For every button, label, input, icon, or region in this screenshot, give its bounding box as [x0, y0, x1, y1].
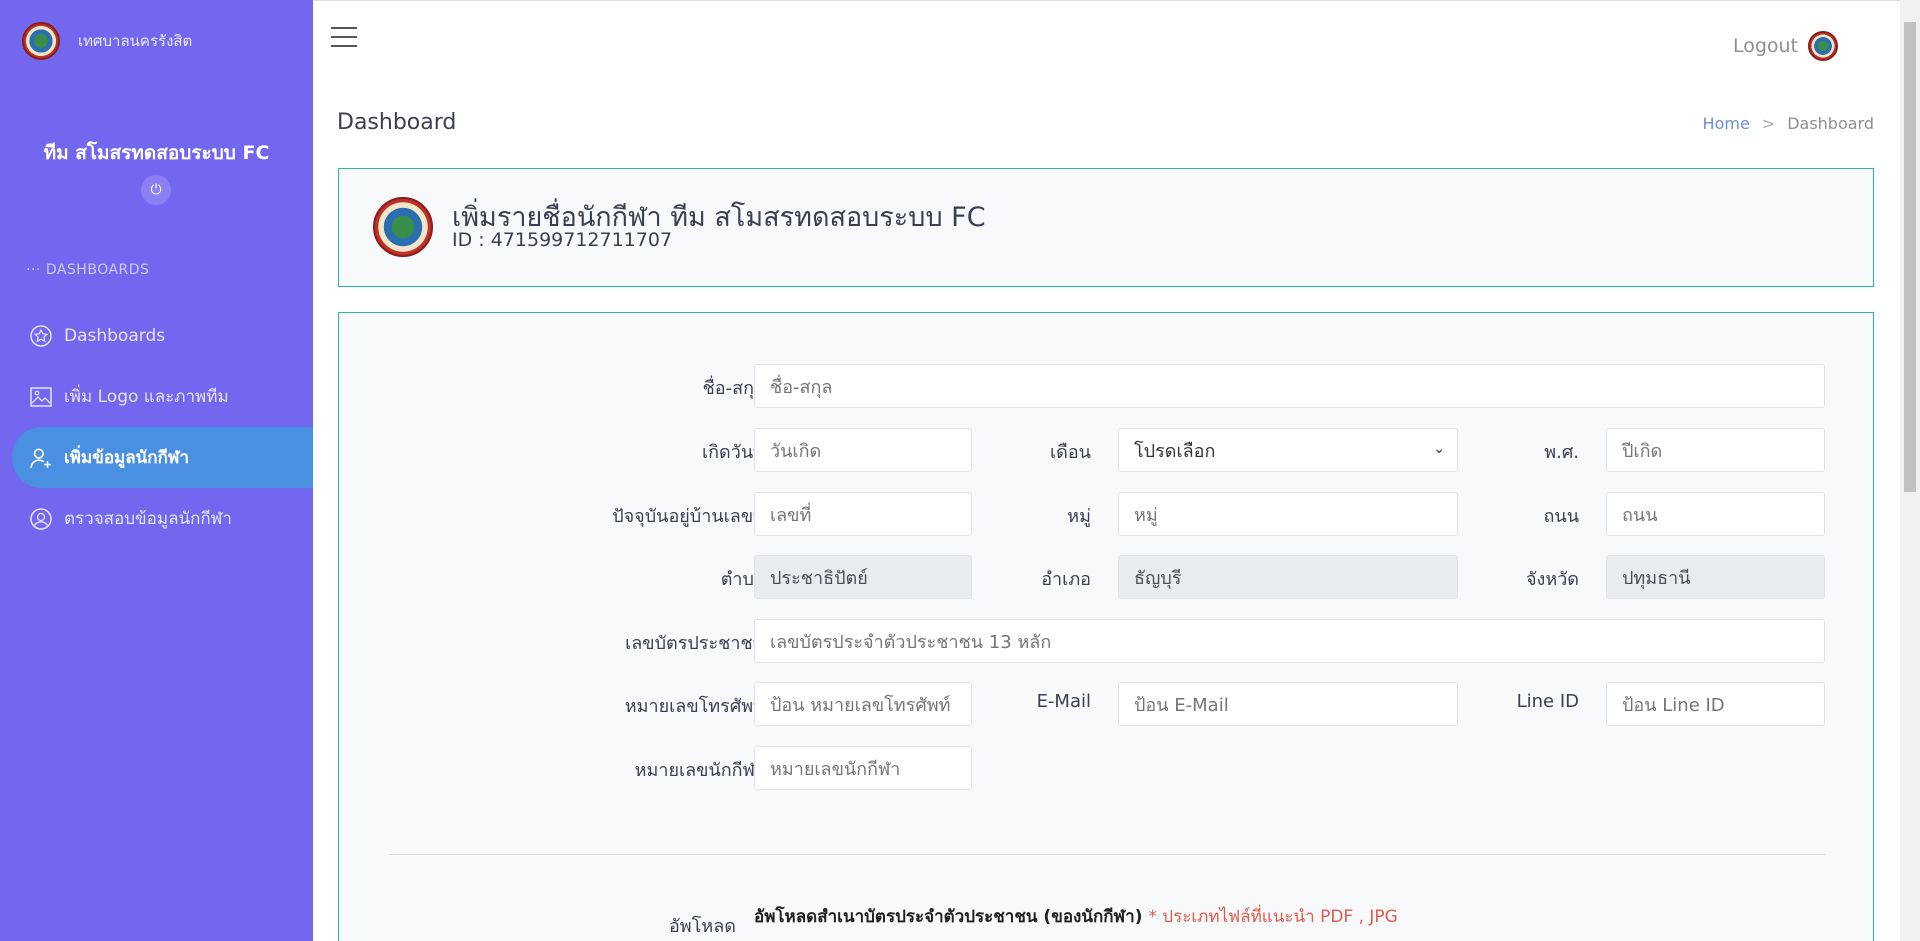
breadcrumb-current: Dashboard: [1787, 114, 1874, 133]
city-logo: [22, 22, 60, 60]
scrollbar-thumb[interactable]: [1904, 22, 1916, 492]
power-icon[interactable]: ⏻: [141, 175, 171, 205]
birth-month-value: โปรดเลือก: [1134, 440, 1216, 462]
line-id-label: Line ID: [1516, 691, 1579, 712]
province-label: จังหวัด: [1526, 569, 1579, 590]
email-label: E-Mail: [1036, 691, 1091, 712]
sidebar-item-dashboards[interactable]: Dashboards: [12, 305, 313, 366]
team-logo: [373, 197, 433, 257]
citizen-id-input[interactable]: เลขบัตรประจำตัวประชาชน 13 หลัก: [754, 619, 1825, 663]
sidebar-item-add-athlete[interactable]: เพิ่มข้อมูลนักกีฬา: [12, 427, 313, 488]
birth-month-label: เดือน: [1050, 442, 1091, 463]
sidebar-item-label: Dashboards: [64, 325, 166, 346]
email-input[interactable]: ป้อน E-Mail: [1118, 682, 1458, 726]
logout-label: Logout: [1732, 35, 1798, 57]
team-card: เพิ่มรายชื่อนักกีฬา ทีม สโมสรทดสอบระบบ F…: [338, 168, 1874, 287]
line-id-input[interactable]: ป้อน Line ID: [1606, 682, 1825, 726]
star-circle-icon: [28, 323, 54, 349]
sidebar-item-label: ตรวจสอบข้อมูลนักกีฬา: [64, 509, 232, 529]
province-field[interactable]: ปทุมธานี: [1606, 555, 1825, 599]
chevron-right-icon: >: [1761, 114, 1776, 133]
page-scrollbar[interactable]: [1900, 0, 1920, 941]
moo-label: หมู่: [1067, 506, 1091, 527]
page-title: Dashboard: [337, 110, 457, 135]
road-input[interactable]: ถนน: [1606, 492, 1825, 536]
birth-month-select[interactable]: โปรดเลือก ⌄: [1118, 428, 1458, 472]
team-name: ทีม สโมสรทดสอบระบบ FC: [43, 142, 270, 164]
sidebar-item-label: เพิ่มข้อมูลนักกีฬา: [64, 448, 190, 468]
add-user-icon: [28, 445, 54, 471]
section-label: ··· DASHBOARDS: [26, 262, 150, 278]
athlete-form: ชื่อ-สกุล ชื่อ-สกุล เกิดวันที่ วันเกิด เ…: [338, 312, 1874, 941]
team-id: ID : 471599712711707: [452, 229, 673, 251]
amphoe-field[interactable]: ธัญบุรี: [1118, 555, 1458, 599]
sidebar-item-check-athlete[interactable]: ตรวจสอบข้อมูลนักกีฬา: [12, 488, 313, 549]
menu-icon[interactable]: [331, 27, 357, 54]
upload-label: อัพโหลด: [669, 916, 736, 937]
athlete-no-input[interactable]: หมายเลขนักกีฬา: [754, 746, 972, 790]
house-no-input[interactable]: เลขที่: [754, 492, 972, 536]
phone-input[interactable]: ป้อน หมายเลขโทรศัพท์: [754, 682, 972, 726]
breadcrumb-home[interactable]: Home: [1703, 114, 1750, 133]
sidebar-nav: Dashboards เพิ่ม Logo และภาพทีม เพิ่มข้อ…: [12, 305, 313, 549]
fullname-input[interactable]: ชื่อ-สกุล: [754, 364, 1825, 408]
amphoe-label: อำเภอ: [1041, 569, 1091, 590]
form-divider: [389, 854, 1825, 855]
image-icon: [28, 384, 54, 410]
tambon-field[interactable]: ประชาธิปัตย์: [754, 555, 972, 599]
topbar: Logout: [313, 0, 1900, 80]
logout-button[interactable]: Logout: [1733, 31, 1838, 61]
moo-input[interactable]: หมู่: [1118, 492, 1458, 536]
upload-title-text: อัพโหลดสำเนาบัตรประจำตัวประชาชน (ของนักก…: [754, 907, 1143, 927]
user-circle-icon: [28, 506, 54, 532]
avatar: [1808, 31, 1838, 61]
citizen-id-label: เลขบัตรประชาชน: [625, 633, 765, 654]
chevron-down-icon: ⌄: [1433, 441, 1445, 457]
upload-title: อัพโหลดสำเนาบัตรประจำตัวประชาชน (ของนักก…: [754, 903, 1398, 930]
sidebar-item-add-logo[interactable]: เพิ่ม Logo และภาพทีม: [12, 366, 313, 427]
breadcrumb: Home > Dashboard: [1703, 114, 1874, 133]
house-no-label: ปัจจุบันอยู่บ้านเลขที่: [612, 506, 765, 527]
phone-label: หมายเลขโทรศัพท์: [624, 696, 765, 717]
athlete-no-label: หมายเลขนักกีฬา: [634, 760, 765, 781]
birth-year-input[interactable]: ปีเกิด: [1606, 428, 1825, 472]
road-label: ถนน: [1543, 506, 1579, 527]
upload-note: * ประเภทไฟล์ที่แนะนำ PDF , JPG: [1148, 907, 1398, 927]
sidebar: เทศบาลนครรังสิต ทีม สโมสรทดสอบระบบ FC ⏻ …: [0, 0, 313, 941]
birth-day-input[interactable]: วันเกิด: [754, 428, 972, 472]
brand[interactable]: เทศบาลนครรังสิต: [22, 22, 192, 60]
birth-year-label: พ.ศ.: [1544, 442, 1579, 463]
sidebar-item-label: เพิ่ม Logo และภาพทีม: [64, 387, 229, 407]
brand-name: เทศบาลนครรังสิต: [78, 32, 193, 50]
